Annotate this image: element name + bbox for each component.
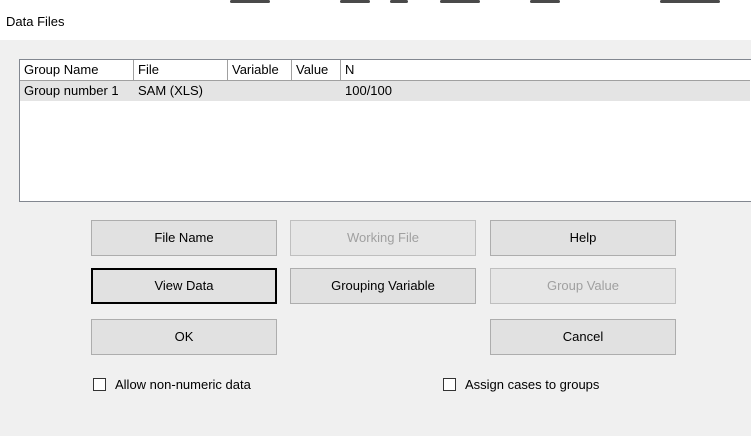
view-data-button[interactable]: View Data [91,268,277,304]
window-title: Data Files [6,14,65,29]
checkbox-icon[interactable] [93,377,106,391]
cell-value [292,81,341,101]
cell-variable [228,81,292,101]
grouping-variable-button[interactable]: Grouping Variable [290,268,476,304]
column-header-group-name[interactable]: Group Name [20,60,134,80]
working-file-button[interactable]: Working File [290,220,476,256]
cancel-button[interactable]: Cancel [490,319,676,355]
assign-cases-checkbox[interactable]: Assign cases to groups [443,375,599,393]
column-header-n[interactable]: N [341,60,750,80]
allow-non-numeric-label: Allow non-numeric data [115,376,251,392]
cell-file: SAM (XLS) [138,83,204,98]
column-header-value[interactable]: Value [292,60,341,80]
list-header: Group Name File Variable Value N [20,60,750,81]
column-header-variable[interactable]: Variable [228,60,292,80]
cell-n: 100/100 [345,83,392,98]
column-header-file[interactable]: File [134,60,228,80]
ok-button[interactable]: OK [91,319,277,355]
title-bar-decoration [230,0,730,6]
allow-non-numeric-checkbox[interactable]: Allow non-numeric data [93,375,251,393]
help-button[interactable]: Help [490,220,676,256]
data-files-dialog: Data Files Group Name File Variable Valu… [0,0,751,436]
title-bar: Data Files [0,0,751,40]
checkbox-icon[interactable] [443,377,456,391]
group-value-button[interactable]: Group Value [490,268,676,304]
data-files-list[interactable]: Group Name File Variable Value N Group n… [19,59,751,202]
file-name-button[interactable]: File Name [91,220,277,256]
assign-cases-label: Assign cases to groups [465,376,600,392]
list-row[interactable]: Group number 1 SAM (XLS) 100/100 [20,81,750,101]
cell-group-name: Group number 1 [24,83,119,98]
